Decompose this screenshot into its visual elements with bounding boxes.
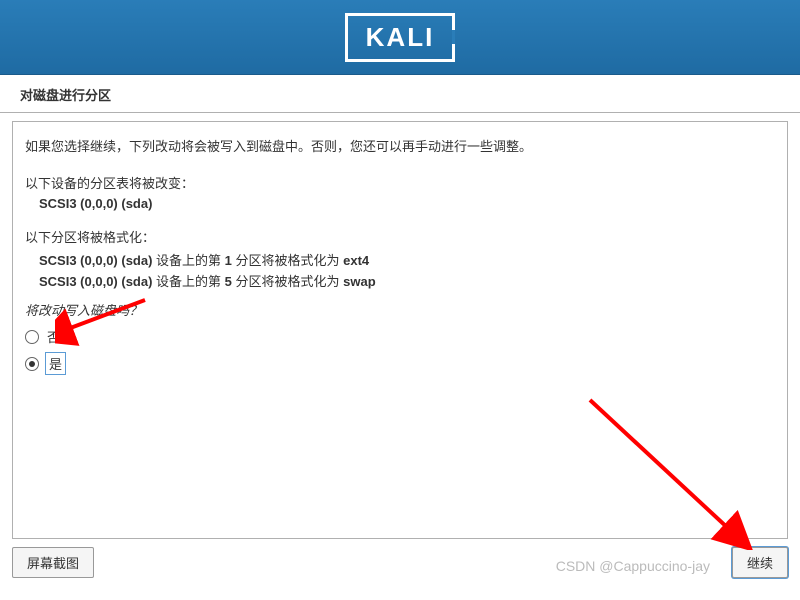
radio-option-yes[interactable]: 是 (25, 354, 775, 373)
radio-icon-no (25, 330, 39, 344)
format-line-1: SCSI3 (0,0,0) (sda) 设备上的第 1 分区将被格式化为 ext… (39, 250, 775, 269)
main-panel: 如果您选择继续，下列改动将会被写入到磁盘中。否则，您还可以再手动进行一些调整。 … (12, 121, 788, 539)
write-question: 将改动写入磁盘吗？ (25, 300, 775, 319)
partition-table-label: 以下设备的分区表将被改变： (25, 173, 775, 192)
page-title: 对磁盘进行分区 (0, 75, 800, 113)
header: KALI (0, 0, 800, 75)
footer: 屏幕截图 继续 (0, 537, 800, 600)
intro-text: 如果您选择继续，下列改动将会被写入到磁盘中。否则，您还可以再手动进行一些调整。 (25, 136, 775, 155)
partition-table-device: SCSI3 (0,0,0) (sda) (39, 196, 775, 211)
format-line-2: SCSI3 (0,0,0) (sda) 设备上的第 5 分区将被格式化为 swa… (39, 271, 775, 290)
radio-option-no[interactable]: 否 (25, 327, 775, 346)
screenshot-button[interactable]: 屏幕截图 (12, 547, 94, 578)
radio-label-yes: 是 (47, 354, 64, 373)
continue-button[interactable]: 继续 (732, 547, 788, 578)
format-label: 以下分区将被格式化： (25, 227, 775, 246)
kali-logo: KALI (345, 13, 456, 62)
radio-label-no: 否 (47, 327, 60, 346)
radio-icon-yes (25, 357, 39, 371)
